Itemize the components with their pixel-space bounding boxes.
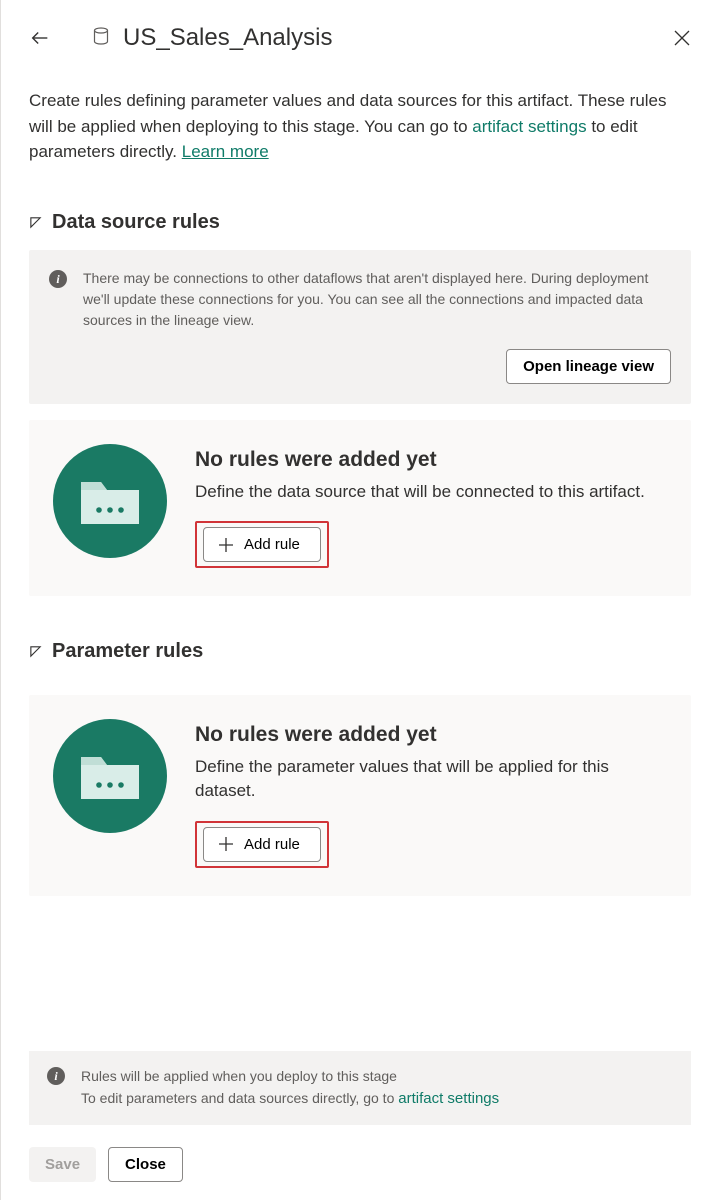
data-source-title: Data source rules: [52, 211, 220, 234]
save-button: Save: [29, 1147, 96, 1182]
description-text: Create rules defining parameter values a…: [29, 88, 691, 165]
chevron-down-icon: [29, 645, 42, 658]
parameter-empty-heading: No rules were added yet: [195, 723, 667, 747]
add-parameter-rule-button[interactable]: Add rule: [203, 827, 321, 862]
add-rule-label: Add rule: [244, 536, 300, 553]
datamart-icon: [93, 27, 109, 50]
plus-icon: [218, 836, 234, 852]
artifact-settings-link[interactable]: artifact settings: [472, 117, 586, 136]
parameter-section-header[interactable]: Parameter rules: [29, 640, 691, 663]
add-rule-highlight: Add rule: [195, 821, 329, 868]
add-rule-label: Add rule: [244, 836, 300, 853]
parameter-empty-card: No rules were added yet Define the param…: [29, 695, 691, 896]
info-icon: i: [49, 270, 67, 288]
folder-icon: [53, 719, 167, 833]
footer-info-panel: i Rules will be applied when you deploy …: [29, 1051, 691, 1125]
data-source-empty-card: No rules were added yet Define the data …: [29, 420, 691, 597]
info-icon: i: [47, 1067, 65, 1085]
data-source-section-header[interactable]: Data source rules: [29, 211, 691, 234]
data-source-info-panel: i There may be connections to other data…: [29, 250, 691, 404]
back-button[interactable]: [29, 27, 51, 49]
folder-icon: [53, 444, 167, 558]
parameter-empty-sub: Define the parameter values that will be…: [195, 755, 667, 803]
close-icon[interactable]: [673, 29, 691, 47]
page-title: US_Sales_Analysis: [123, 24, 332, 52]
open-lineage-button[interactable]: Open lineage view: [506, 349, 671, 384]
footer-info-line1: Rules will be applied when you deploy to…: [81, 1065, 499, 1087]
data-source-empty-heading: No rules were added yet: [195, 448, 667, 472]
footer-artifact-settings-link[interactable]: artifact settings: [398, 1090, 499, 1107]
footer-info-line2-prefix: To edit parameters and data sources dire…: [81, 1090, 398, 1106]
data-source-empty-sub: Define the data source that will be conn…: [195, 480, 667, 504]
chevron-down-icon: [29, 216, 42, 229]
parameter-title: Parameter rules: [52, 640, 203, 663]
add-rule-highlight: Add rule: [195, 521, 329, 568]
add-data-source-rule-button[interactable]: Add rule: [203, 527, 321, 562]
close-button[interactable]: Close: [108, 1147, 183, 1182]
data-source-info-text: There may be connections to other datafl…: [83, 268, 671, 331]
learn-more-link[interactable]: Learn more: [182, 142, 269, 161]
plus-icon: [218, 537, 234, 553]
